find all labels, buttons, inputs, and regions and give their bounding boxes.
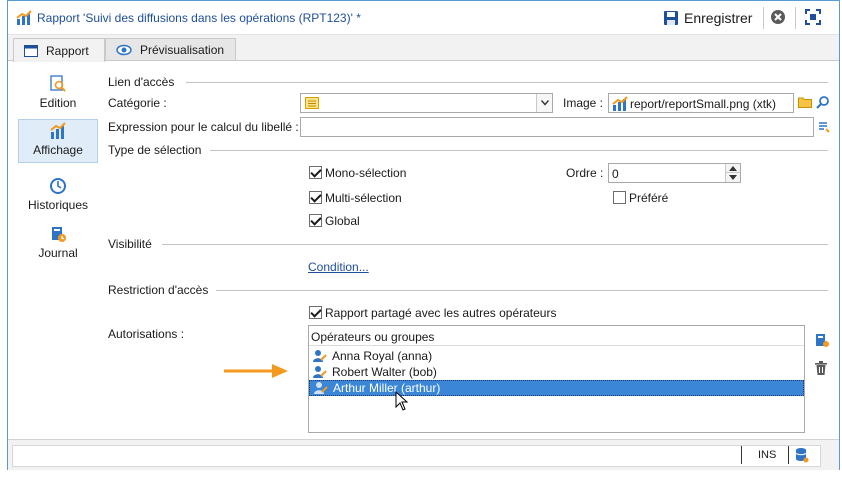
main-form: Lien d'accès Catégorie : Image : report/… [104,61,834,439]
sidebar-item-affichage[interactable]: Affichage [18,119,98,163]
mouse-cursor-icon [395,391,409,411]
eye-icon [116,44,132,56]
operators-list[interactable]: Opérateurs ou groupes Anna Royal (anna) [308,325,805,433]
window-title: Rapport 'Suivi des diffusions dans les o… [37,11,361,25]
tab-preview-label: Prévisualisation [140,43,225,57]
section-divider [210,150,828,151]
sidebar-item-label: Journal [38,246,78,260]
toolbar-separator [795,7,796,29]
title-bar: Rapport 'Suivi des diffusions dans les o… [8,1,839,35]
toolbar-separator [763,7,764,29]
sidebar-item-edition[interactable]: Edition [18,73,98,117]
sidebar-item-journal[interactable]: Journal [18,223,98,267]
status-bar: INS [8,439,839,470]
section-visibility: Visibilité [108,237,152,251]
sidebar-item-label: Edition [39,96,77,110]
tab-report[interactable]: Rapport [13,38,105,62]
section-divider [162,244,828,245]
tab-preview[interactable]: Prévisualisation [105,38,236,61]
category-label: Catégorie : [108,96,167,110]
orange-arrow-annotation [224,364,288,378]
sidebar-item-label: Historiques [27,198,89,212]
trash-icon[interactable] [815,361,827,375]
category-dropdown-button[interactable] [536,94,552,112]
title-type: Rapport [37,11,80,25]
tab-report-label: Rapport [46,43,89,58]
order-stepper[interactable]: 0 [608,163,741,183]
status-separator [788,446,789,464]
journal-icon [52,227,66,242]
section-divider [216,290,828,291]
chevron-down-icon [729,175,737,180]
preferred-label: Préféré [629,191,669,205]
category-field[interactable] [300,93,553,113]
operators-list-header: Opérateurs ou groupes [309,326,804,346]
list-item-operator[interactable]: Anna Royal (anna) [309,348,804,364]
close-icon[interactable] [770,9,786,25]
save-button[interactable]: Enregistrer [663,7,752,29]
add-operator-icon[interactable] [815,332,829,348]
expression-label: Expression pour le calcul du libellé : [108,120,299,134]
content-area: Edition Affichage Historiques Journal Li… [8,61,839,439]
image-value: report/reportSmall.png (xtk) [630,97,777,111]
operator-name: Robert Walter (bob) [332,365,437,379]
condition-link[interactable]: Condition... [308,260,369,274]
expression-editor-icon[interactable] [818,121,830,133]
report-chart-icon [16,10,32,25]
global-label: Global [325,214,360,228]
chevron-up-icon [729,166,737,171]
operator-icon [313,366,327,378]
section-selection-type: Type de sélection [108,143,202,157]
mono-selection-label: Mono-sélection [325,166,407,180]
shared-report-label: Rapport partagé avec les autres opérateu… [325,306,557,320]
status-separator [741,446,742,464]
clock-icon [50,178,66,194]
list-item-operator[interactable]: Robert Walter (bob) [309,364,804,380]
save-button-label: Enregistrer [684,10,753,26]
multi-selection-label: Multi-sélection [325,191,402,205]
folder-icon[interactable] [798,96,812,108]
report-tab-icon [24,44,38,57]
global-checkbox[interactable] [309,214,322,227]
report-window: Rapport 'Suivi des diffusions dans les o… [7,0,840,470]
sidebar-item-historiques[interactable]: Historiques [18,175,98,219]
insert-mode-indicator: INS [758,449,777,461]
chevron-down-icon [541,100,549,106]
chart-icon [50,122,66,139]
expression-field[interactable] [300,117,814,137]
mono-selection-checkbox[interactable] [309,166,322,179]
fullscreen-icon[interactable] [805,9,821,25]
preferred-checkbox[interactable] [613,191,626,204]
operator-icon [313,350,327,362]
operator-name: Anna Royal (anna) [332,349,433,363]
image-label: Image : [563,96,604,110]
order-value: 0 [612,167,619,181]
image-chart-icon [612,96,628,111]
section-access-link: Lien d'accès [108,75,175,89]
multi-selection-checkbox[interactable] [309,191,322,204]
order-decrement-button[interactable] [725,173,740,182]
section-access-restriction: Restriction d'accès [108,283,209,297]
title-caption: 'Suivi des diffusions dans les opération… [83,11,361,25]
order-increment-button[interactable] [725,164,740,173]
section-divider [186,82,828,83]
operator-name: Arthur Miller (arthur) [333,381,441,395]
floppy-disk-icon [664,11,678,25]
sidebar: Edition Affichage Historiques Journal [12,65,102,435]
list-icon [305,97,319,109]
image-field[interactable]: report/reportSmall.png (xtk) [608,93,794,113]
edit-report-icon [50,75,66,92]
database-icon [795,448,809,463]
operator-icon [314,382,328,394]
sidebar-item-label: Affichage [33,143,83,157]
shared-report-checkbox[interactable] [309,306,322,319]
tab-bar: Rapport Prévisualisation [8,35,839,62]
status-frame [12,445,821,467]
list-item-operator-selected[interactable]: Arthur Miller (arthur) [309,380,804,396]
search-icon[interactable] [816,95,830,109]
authorizations-label: Autorisations : [108,327,185,341]
order-label: Ordre : [566,166,604,180]
